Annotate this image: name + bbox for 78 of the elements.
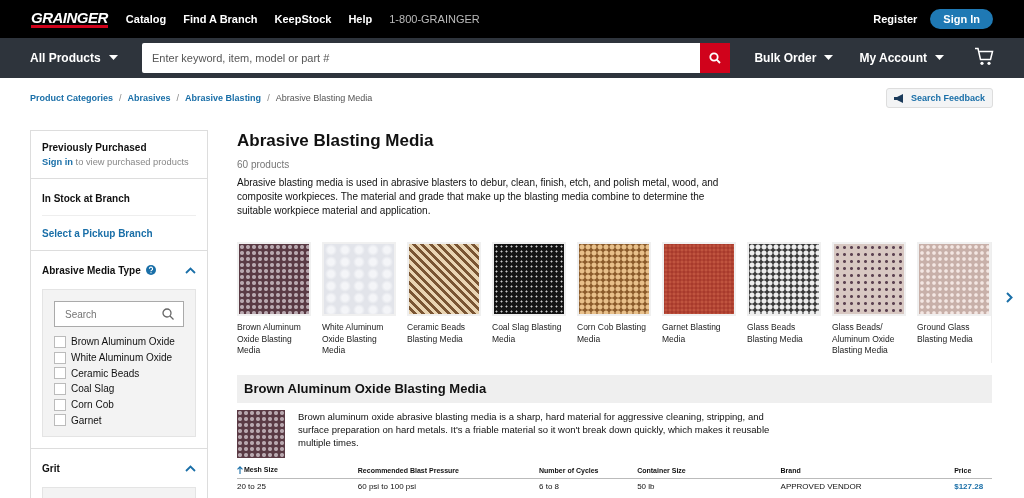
filter-title: Abrasive Media Type [42, 264, 141, 276]
section-title: Brown Aluminum Oxide Blasting Media [244, 381, 487, 396]
megaphone-icon [893, 93, 905, 103]
section-description: Brown aluminum oxide abrasive blasting media is a sharp, hard material for aggressive cleaning, stripping, and surface preparation on hard metals. It's a friable material so it won't break down quickly, which makes it reusable multiple times. [298, 409, 771, 450]
table-cell: 50 lb [637, 478, 781, 491]
photo-placeholder[interactable] [832, 242, 906, 316]
search-field[interactable]: Enter keyword, item, model or part # [142, 43, 701, 73]
table-cell: APPROVED VENDOR [780, 478, 955, 491]
next-button[interactable] [1006, 292, 1013, 303]
category-link[interactable]: Coal Slag Blasting Media [492, 322, 566, 345]
option-label: Garnet [71, 414, 102, 426]
search-button[interactable] [700, 43, 731, 73]
header-link[interactable]: KeepStock [274, 13, 332, 25]
hint-text: to view purchased products [74, 157, 189, 167]
price-link[interactable]: $127.28 [954, 478, 992, 491]
category-link[interactable]: Glass Beads/ Aluminum Oxide Blasting Media [832, 322, 906, 357]
photo-placeholder [237, 409, 285, 458]
category-description: Abrasive blasting media is used in abrasive blasters to debur, clean, finish, etch, and polish metal, wood, and composite workpieces. The material and grade that make up the blasting media combine to determine the suitable workpiece material and application. [237, 176, 720, 218]
search-icon [162, 308, 174, 320]
option-label: Brown Aluminum Oxide [71, 336, 175, 348]
breadcrumb-separator: / [176, 93, 180, 103]
filter-title: Grit [42, 462, 60, 474]
breadcrumb-link[interactable]: Product Categories [30, 93, 114, 103]
photo-placeholder[interactable] [237, 242, 311, 316]
search-feedback-button[interactable]: Search Feedback [885, 88, 993, 108]
category-link[interactable]: Glass Beads Blasting Media [747, 322, 821, 345]
checkbox[interactable] [54, 414, 66, 427]
sign-in-link[interactable]: Sign in [42, 157, 73, 167]
option-label: Coal Slag [71, 383, 115, 395]
page-title: Abrasive Blasting Media [237, 130, 434, 152]
collapse-button[interactable] [185, 266, 196, 274]
category-link[interactable]: Ceramic Beads Blasting Media [407, 322, 481, 345]
photo-placeholder[interactable] [492, 242, 566, 316]
option-label: Corn Cob [71, 399, 114, 411]
cart-icon[interactable] [974, 47, 994, 66]
header-link[interactable]: Find A Branch [183, 13, 258, 25]
breadcrumb-link[interactable]: Abrasive Blasting [185, 93, 262, 103]
filter-search-field[interactable]: Search [54, 301, 184, 327]
breadcrumb-separator: / [267, 93, 270, 103]
table-cell: 60 psi to 100 psi [357, 478, 539, 491]
photo-placeholder[interactable] [747, 242, 821, 316]
checkbox[interactable] [54, 335, 66, 348]
caret-icon [935, 55, 944, 61]
collapse-button[interactable] [185, 464, 196, 472]
header-link[interactable]: Help [348, 13, 373, 25]
breadcrumb-link[interactable]: Abrasives [127, 93, 171, 103]
search-icon [709, 52, 722, 64]
option-label: Ceramic Beads [71, 367, 140, 379]
table-cell: 20 to 25 [237, 478, 358, 491]
register-link[interactable]: Register [873, 13, 918, 25]
checkbox[interactable] [54, 351, 66, 364]
section-title: In Stock at Branch [42, 193, 131, 204]
phone-number: 1-800-GRAINGER [389, 13, 480, 25]
all-products-menu[interactable]: All Products [30, 51, 142, 65]
my-account-menu[interactable]: My Account [859, 51, 944, 65]
category-link[interactable]: Garnet Blasting Media [662, 322, 736, 345]
caret-icon [108, 55, 118, 61]
grainger-logo[interactable]: GRAINGER [31, 10, 108, 28]
category-link[interactable]: Brown Aluminum Oxide Blasting Media [237, 322, 311, 357]
breadcrumb-separator: / [119, 93, 122, 103]
checkbox[interactable] [54, 382, 66, 395]
checkbox[interactable] [54, 398, 66, 411]
pickup-branch-link[interactable]: Select a Pickup Branch [42, 228, 153, 239]
caret-icon [824, 55, 834, 61]
product-count: 60 products [237, 159, 291, 170]
header-link[interactable]: Catalog [125, 13, 167, 25]
checkbox[interactable] [54, 367, 66, 380]
help-icon[interactable] [145, 265, 156, 275]
category-link[interactable]: Corn Cob Blasting Media [577, 322, 651, 345]
sort-up-icon [237, 465, 243, 474]
category-link[interactable]: Ground Glass Blasting Media [917, 322, 991, 345]
breadcrumb-current: Abrasive Blasting Media [275, 93, 373, 103]
bulk-order-menu[interactable]: Bulk Order [754, 51, 834, 65]
category-link[interactable]: White Aluminum Oxide Blasting Media [322, 322, 396, 357]
table-cell: 6 to 8 [539, 478, 638, 491]
sign-in-button[interactable]: Sign In [930, 9, 993, 29]
section-title: Previously Purchased [42, 142, 148, 153]
option-label: White Aluminum Oxide [71, 352, 173, 364]
